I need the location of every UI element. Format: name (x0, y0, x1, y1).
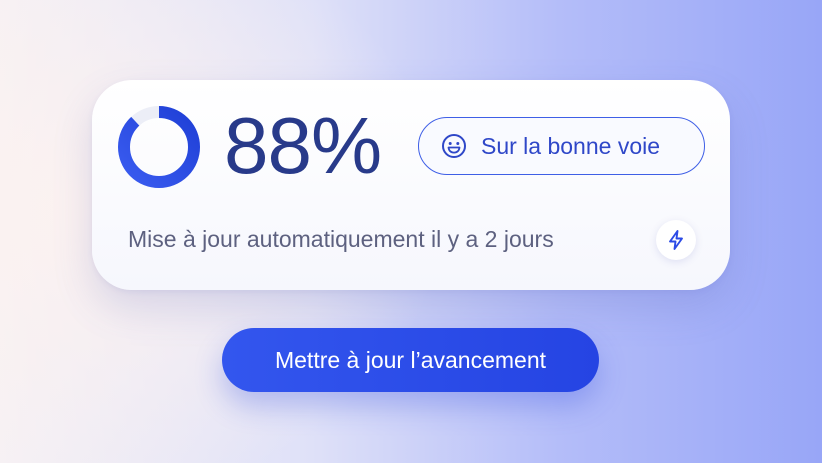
lightning-bolt-icon (665, 229, 687, 251)
auto-update-badge (656, 220, 696, 260)
smiley-face-icon (441, 133, 467, 159)
status-label: Sur la bonne voie (481, 132, 661, 159)
progress-ring-arc (118, 106, 200, 188)
progress-card: 88% Sur la bonne voie Mise à jour automa… (92, 80, 730, 290)
progress-percent: 88% (224, 101, 382, 190)
update-progress-button[interactable]: Mettre à jour l’avancement (222, 328, 599, 392)
progress-ring (116, 104, 202, 190)
status-badge[interactable]: Sur la bonne voie (418, 117, 705, 175)
last-updated-text: Mise à jour automatiquement il y a 2 jou… (128, 226, 554, 252)
